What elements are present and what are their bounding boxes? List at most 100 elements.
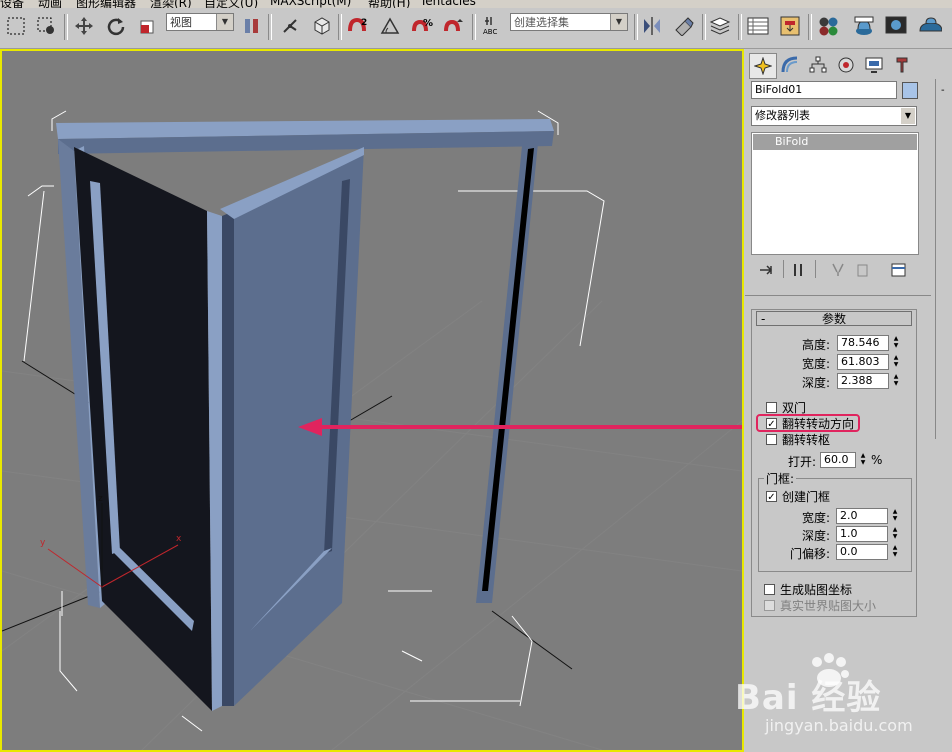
menu-item[interactable]: 渲染(R) (150, 0, 192, 8)
pivot-icon[interactable] (240, 14, 264, 38)
svg-text:2: 2 (361, 18, 367, 28)
reference-coord-select[interactable]: 视图 ▼ (166, 13, 234, 31)
toolbar-separator (738, 14, 742, 40)
chevron-down-icon: ▼ (901, 108, 915, 124)
mirror-icon[interactable] (640, 14, 664, 38)
frame-width-label: 宽度: (802, 511, 831, 525)
open-unit-label: % (871, 453, 883, 467)
object-name-input[interactable]: BiFold01 (751, 81, 897, 99)
toolbar-separator (472, 14, 476, 40)
flip-hinge-label: 翻转转枢 (782, 433, 831, 447)
create-frame-checkbox[interactable]: ✓ (766, 491, 777, 503)
menubar: 设备 动画 图形编辑器 渲染(R) 自定义(U) MAXScript(M) 帮助… (0, 0, 952, 8)
divider (745, 295, 931, 296)
menu-item[interactable]: 动画 (38, 0, 62, 8)
menu-item[interactable]: 设备 (0, 0, 24, 8)
axis-label-y: y (40, 538, 46, 548)
rotate-icon[interactable] (104, 14, 128, 38)
annotation-arrow (298, 418, 742, 436)
menu-item[interactable]: 图形编辑器 (76, 0, 136, 8)
stack-item-bifold[interactable]: BiFold (753, 134, 917, 150)
axis-label-x: x (176, 534, 182, 544)
menu-item[interactable]: MAXScript(M) (270, 0, 351, 8)
flip-swing-checkbox[interactable]: ✓ (766, 418, 777, 430)
frame-depth-input[interactable]: 1.0 (836, 526, 888, 542)
axis-label-z: z (98, 494, 103, 504)
utilities-tab-icon[interactable] (889, 53, 915, 77)
menu-item[interactable]: 自定义(U) (204, 0, 258, 8)
frame-width-spinner[interactable]: ▲ ▼ (890, 508, 900, 524)
show-end-result-icon[interactable] (789, 262, 809, 278)
gen-map-coords-checkbox[interactable] (764, 584, 775, 595)
create-tab-icon[interactable] (749, 53, 777, 79)
keyboard-shortcut-icon[interactable] (310, 14, 334, 38)
toolbar-separator (634, 14, 638, 40)
open-input[interactable]: 60.0 (820, 452, 856, 468)
remove-modifier-icon[interactable] (853, 262, 873, 278)
frame-width-input[interactable]: 2.0 (836, 508, 888, 524)
parameters-rollout-header[interactable]: - 参数 (756, 311, 912, 326)
real-world-map-checkbox[interactable] (764, 600, 775, 611)
open-spinner[interactable]: ▲ ▼ (858, 452, 868, 468)
quick-render-icon[interactable] (918, 14, 942, 38)
collapse-label[interactable]: - (941, 85, 945, 96)
width-spinner[interactable]: ▲ ▼ (891, 354, 901, 370)
world-axis-line (491, 610, 573, 670)
hierarchy-tab-icon[interactable] (805, 53, 831, 77)
display-tab-icon[interactable] (861, 53, 887, 77)
depth-spinner[interactable]: ▲ ▼ (891, 373, 901, 389)
frame-group-title: 门框: (764, 470, 797, 487)
toolbar-separator (783, 260, 784, 278)
schematic-icon[interactable] (778, 14, 802, 38)
depth-input[interactable]: 2.388 (837, 373, 889, 389)
perspective-viewport[interactable]: y x z (0, 49, 744, 752)
move-icon[interactable] (72, 14, 96, 38)
configure-modifier-sets-icon[interactable] (889, 262, 909, 278)
menu-item[interactable]: Tentacles (420, 0, 476, 8)
height-spinner[interactable]: ▲ ▼ (891, 335, 901, 351)
angle-snap-icon[interactable] (378, 14, 402, 38)
material-editor-icon[interactable] (816, 14, 840, 38)
open-label: 打开: (788, 455, 817, 469)
toolbar-separator (64, 14, 68, 40)
modifier-list-dropdown[interactable]: 修改器列表 ▼ (751, 106, 917, 126)
modify-tab-icon[interactable] (777, 53, 803, 77)
menu-item[interactable]: 帮助(H) (368, 0, 410, 8)
double-door-checkbox[interactable] (766, 402, 777, 413)
width-input[interactable]: 61.803 (837, 354, 889, 370)
chevron-down-icon: ▼ (216, 14, 233, 30)
object-color-swatch[interactable] (902, 82, 918, 99)
spinner-snap-icon[interactable] (442, 14, 466, 38)
make-unique-icon[interactable] (829, 262, 849, 278)
scale-icon[interactable] (136, 14, 160, 38)
named-selection-set-select[interactable]: 创建选择集 ▼ (510, 13, 628, 31)
width-label: 宽度: (802, 357, 831, 371)
door-offset-input[interactable]: 0.0 (836, 544, 888, 560)
modifier-stack[interactable]: BiFold (751, 132, 919, 255)
render-setup-icon[interactable] (852, 14, 876, 38)
stack-toolbar (751, 259, 917, 281)
flip-hinge-checkbox[interactable] (766, 434, 777, 445)
named-selection-icon[interactable]: ABC (480, 14, 504, 38)
select-region-icon[interactable] (4, 14, 28, 38)
align-icon[interactable] (672, 14, 696, 38)
frame-depth-spinner[interactable]: ▲ ▼ (890, 526, 900, 542)
curve-editor-icon[interactable] (746, 14, 770, 38)
watermark-brand: Bai 经验 (735, 678, 882, 718)
pin-stack-icon[interactable] (757, 262, 777, 278)
motion-tab-icon[interactable] (833, 53, 859, 77)
percent-snap-icon[interactable]: % (410, 14, 434, 38)
toolbar-separator (702, 14, 706, 40)
layers-icon[interactable] (708, 14, 732, 38)
real-world-map-label: 真实世界贴图大小 (780, 599, 877, 613)
baidu-watermark: Bai 经验 jingyan.baidu.com (735, 650, 945, 740)
select-window-icon[interactable] (34, 14, 58, 38)
door-offset-spinner[interactable]: ▲ ▼ (890, 544, 900, 560)
side-panel-edge (935, 79, 952, 439)
select-manipulate-icon[interactable] (278, 14, 302, 38)
height-input[interactable]: 78.546 (837, 335, 889, 351)
rendered-frame-icon[interactable] (884, 14, 908, 38)
snap-icon[interactable]: 2 (346, 14, 370, 38)
svg-text:ABC: ABC (483, 28, 497, 36)
gen-map-coords-label: 生成贴图坐标 (780, 583, 853, 597)
